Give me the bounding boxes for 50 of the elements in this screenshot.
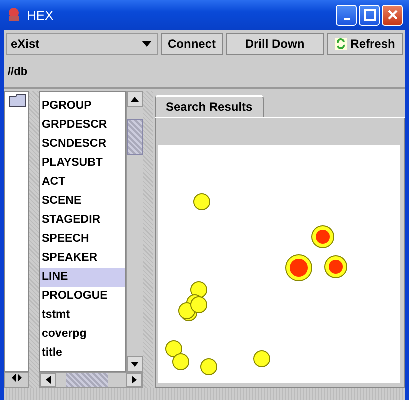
list-item[interactable]: GRPDESCR xyxy=(40,116,125,135)
horizontal-scrollbar[interactable] xyxy=(4,372,29,388)
result-node[interactable] xyxy=(194,194,210,210)
list-item[interactable]: SCENE xyxy=(40,192,125,211)
node-cluster-drawing[interactable] xyxy=(178,282,208,322)
list-item[interactable]: LINE xyxy=(40,268,125,287)
scroll-thumb[interactable] xyxy=(127,119,143,155)
scroll-arrows-icon xyxy=(10,373,22,383)
result-node[interactable] xyxy=(324,256,348,278)
result-node[interactable] xyxy=(312,226,334,248)
database-dropdown[interactable]: eXist xyxy=(6,33,158,55)
left-arrow-icon[interactable] xyxy=(46,376,50,384)
list-item[interactable]: SCNDESCR xyxy=(40,135,125,154)
down-arrow-icon[interactable] xyxy=(131,362,139,366)
list-item[interactable]: PROLOGUE xyxy=(40,287,125,306)
close-icon xyxy=(386,9,398,21)
list-item[interactable]: ACT xyxy=(40,173,125,192)
maximize-icon xyxy=(364,9,376,21)
refresh-icon xyxy=(334,38,347,50)
toolbar-button[interactable]: Connect xyxy=(161,33,223,55)
tab[interactable]: Search Results xyxy=(155,95,264,117)
list-item[interactable]: STAGEDIR xyxy=(40,211,125,230)
list-item[interactable]: tstmt xyxy=(40,306,125,325)
close-button[interactable] xyxy=(382,4,403,26)
vertical-scrollbar[interactable] xyxy=(126,91,143,372)
result-node[interactable] xyxy=(172,354,190,370)
list-item[interactable]: coverpg xyxy=(40,325,125,344)
minimize-button[interactable] xyxy=(336,4,357,26)
result-node[interactable] xyxy=(286,254,312,282)
list-item[interactable]: PGROUP xyxy=(40,97,125,116)
folder-icon[interactable] xyxy=(9,94,27,108)
result-node[interactable] xyxy=(166,340,182,358)
maximize-button[interactable] xyxy=(359,4,380,26)
refresh-button[interactable]: Refresh xyxy=(327,33,403,55)
result-node[interactable] xyxy=(200,358,218,376)
right-arrow-icon[interactable] xyxy=(132,376,136,384)
window-title: HEX xyxy=(27,8,54,22)
dropdown-arrow-icon xyxy=(141,40,153,48)
toolbar-button[interactable]: Drill Down xyxy=(226,33,324,55)
list-item[interactable]: title xyxy=(40,344,125,363)
path-label: //db xyxy=(8,66,28,78)
scroll-thumb[interactable] xyxy=(66,373,108,387)
list-item[interactable]: SPEAKER xyxy=(40,249,125,268)
list-item[interactable]: PLAYSUBT xyxy=(40,154,125,173)
minimize-icon xyxy=(344,18,350,20)
list-item[interactable]: SPEECH xyxy=(40,230,125,249)
result-node[interactable] xyxy=(254,350,270,368)
up-arrow-icon[interactable] xyxy=(131,96,139,102)
app-icon xyxy=(6,7,22,23)
horizontal-scrollbar[interactable] xyxy=(39,372,143,388)
